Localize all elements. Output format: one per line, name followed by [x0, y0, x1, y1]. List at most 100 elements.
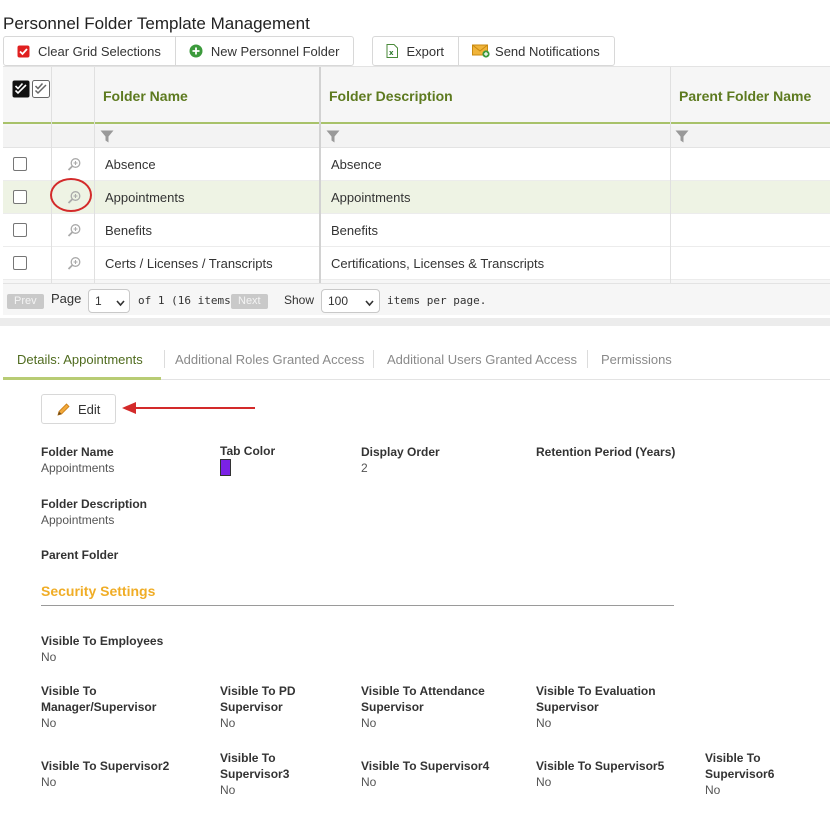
pager: Prev Page 1 of 1 (16 items) Next Show 10… — [3, 283, 830, 315]
visible-to-attendance-value: No — [361, 716, 377, 730]
column-divider — [319, 67, 321, 283]
folder-description-value: Appointments — [41, 513, 115, 527]
chevron-down-icon — [116, 296, 125, 310]
toolbar: Clear Grid Selections New Personnel Fold… — [3, 36, 615, 66]
visible-to-pd-value: No — [220, 716, 236, 730]
tab-additional-users[interactable]: Additional Users Granted Access — [387, 352, 577, 367]
retention-period-label: Retention Period (Years) — [536, 445, 676, 459]
grid-header: Folder Name Folder Description Parent Fo… — [3, 67, 830, 124]
visible-to-supervisor6-value: No — [705, 783, 721, 797]
filter-icon[interactable] — [100, 130, 114, 146]
next-page-button[interactable]: Next — [231, 294, 268, 309]
visible-to-manager-value: No — [41, 716, 57, 730]
visible-to-supervisor4-label: Visible To Supervisor4 — [361, 759, 490, 773]
visible-to-attendance-label: Visible To Attendance Supervisor — [361, 684, 485, 714]
clear-grid-selections-button[interactable]: Clear Grid Selections — [4, 37, 176, 65]
visible-to-employees-label: Visible To Employees — [41, 634, 164, 648]
page-select-value: 1 — [95, 294, 102, 308]
edit-label: Edit — [78, 401, 101, 417]
folder-description-label: Folder Description — [41, 497, 148, 511]
edit-button[interactable]: Edit — [41, 394, 116, 424]
grid-filter-row — [3, 126, 830, 148]
visible-to-supervisor2-value: No — [41, 775, 57, 789]
zoom-icon[interactable] — [67, 256, 82, 274]
column-divider — [51, 67, 52, 283]
visible-to-pd-label: Visible To PD Supervisor — [220, 684, 296, 714]
folder-name-label: Folder Name — [41, 445, 114, 459]
section-divider — [0, 318, 830, 326]
column-header-parent-folder-name[interactable]: Parent Folder Name — [679, 88, 811, 104]
show-label: Show — [284, 293, 315, 307]
table-row[interactable]: Benefits Benefits — [3, 214, 830, 247]
arrow-annotation — [120, 400, 258, 419]
display-order-value: 2 — [361, 461, 368, 475]
folder-name-cell: Absence — [105, 157, 156, 172]
export-label: Export — [406, 43, 445, 59]
new-personnel-folder-label: New Personnel Folder — [210, 43, 340, 59]
visible-to-employees-value: No — [41, 650, 57, 664]
prev-page-button[interactable]: Prev — [7, 294, 44, 309]
clear-grid-selections-label: Clear Grid Selections — [38, 43, 161, 59]
visible-to-supervisor4-value: No — [361, 775, 377, 789]
visible-to-supervisor2-label: Visible To Supervisor2 — [41, 759, 170, 773]
page-count-text: of 1 (16 items) — [138, 294, 238, 307]
tab-color-swatch — [220, 459, 231, 476]
security-settings-divider — [41, 605, 674, 606]
select-page-icon[interactable] — [32, 80, 50, 101]
display-order-label: Display Order — [361, 445, 440, 459]
tab-permissions[interactable]: Permissions — [601, 352, 672, 367]
folder-description-cell: Benefits — [331, 223, 378, 238]
folder-name-cell: Certs / Licenses / Transcripts — [105, 256, 273, 271]
export-button[interactable]: x Export — [373, 37, 460, 65]
visible-to-supervisor3-label: Visible To Supervisor3 — [220, 751, 290, 781]
items-per-page-select[interactable]: 100 — [321, 289, 380, 313]
folder-description-cell: Absence — [331, 157, 382, 172]
table-row[interactable]: Certs / Licenses / Transcripts Certifica… — [3, 247, 830, 280]
table-row[interactable]: Absence Absence — [3, 148, 830, 181]
folder-description-cell: Appointments — [331, 190, 411, 205]
excel-icon: x — [386, 44, 399, 58]
row-checkbox[interactable] — [13, 256, 27, 270]
tab-color-label: Tab Color — [220, 444, 276, 458]
checkbox-red-icon — [17, 45, 30, 58]
row-checkbox[interactable] — [13, 190, 27, 204]
folder-name-value: Appointments — [41, 461, 115, 475]
folder-grid: Folder Name Folder Description Parent Fo… — [3, 66, 830, 315]
zoom-icon[interactable] — [67, 223, 82, 241]
folder-description-cell: Certifications, Licenses & Transcripts — [331, 256, 545, 271]
column-divider — [670, 67, 671, 283]
tab-separator — [373, 350, 374, 368]
chevron-down-icon — [365, 296, 374, 310]
new-personnel-folder-button[interactable]: New Personnel Folder — [176, 37, 354, 65]
column-header-folder-name[interactable]: Folder Name — [103, 88, 188, 104]
tab-separator — [164, 350, 165, 368]
tab-separator — [587, 350, 588, 368]
pencil-icon — [56, 402, 71, 417]
page-select[interactable]: 1 — [88, 289, 130, 313]
visible-to-supervisor3-value: No — [220, 783, 236, 797]
row-checkbox[interactable] — [13, 157, 27, 171]
send-notifications-button[interactable]: Send Notifications — [459, 37, 614, 65]
svg-text:x: x — [389, 49, 394, 57]
parent-folder-label: Parent Folder — [41, 548, 119, 562]
row-checkbox[interactable] — [13, 223, 27, 237]
visible-to-evaluation-label: Visible To Evaluation Supervisor — [536, 684, 656, 714]
filter-icon[interactable] — [326, 130, 340, 146]
send-notifications-label: Send Notifications — [495, 43, 600, 59]
visible-to-manager-label: Visible To Manager/Supervisor — [41, 684, 157, 714]
column-header-folder-description[interactable]: Folder Description — [329, 88, 453, 104]
page-title: Personnel Folder Template Management — [3, 14, 310, 33]
zoom-icon[interactable] — [67, 157, 82, 175]
visible-to-supervisor6-label: Visible To Supervisor6 — [705, 751, 775, 781]
table-row[interactable]: Appointments Appointments — [3, 181, 830, 214]
column-divider — [94, 67, 95, 283]
items-per-page-value: 100 — [328, 294, 349, 308]
plus-circle-icon — [189, 44, 203, 58]
tab-additional-roles[interactable]: Additional Roles Granted Access — [175, 352, 364, 367]
select-all-icon[interactable] — [12, 80, 30, 101]
filter-icon[interactable] — [675, 130, 689, 146]
active-tab-indicator — [3, 377, 161, 380]
folder-name-cell: Benefits — [105, 223, 152, 238]
tab-details[interactable]: Details: Appointments — [17, 352, 143, 367]
detail-tabs: Details: Appointments Additional Roles G… — [3, 340, 830, 380]
